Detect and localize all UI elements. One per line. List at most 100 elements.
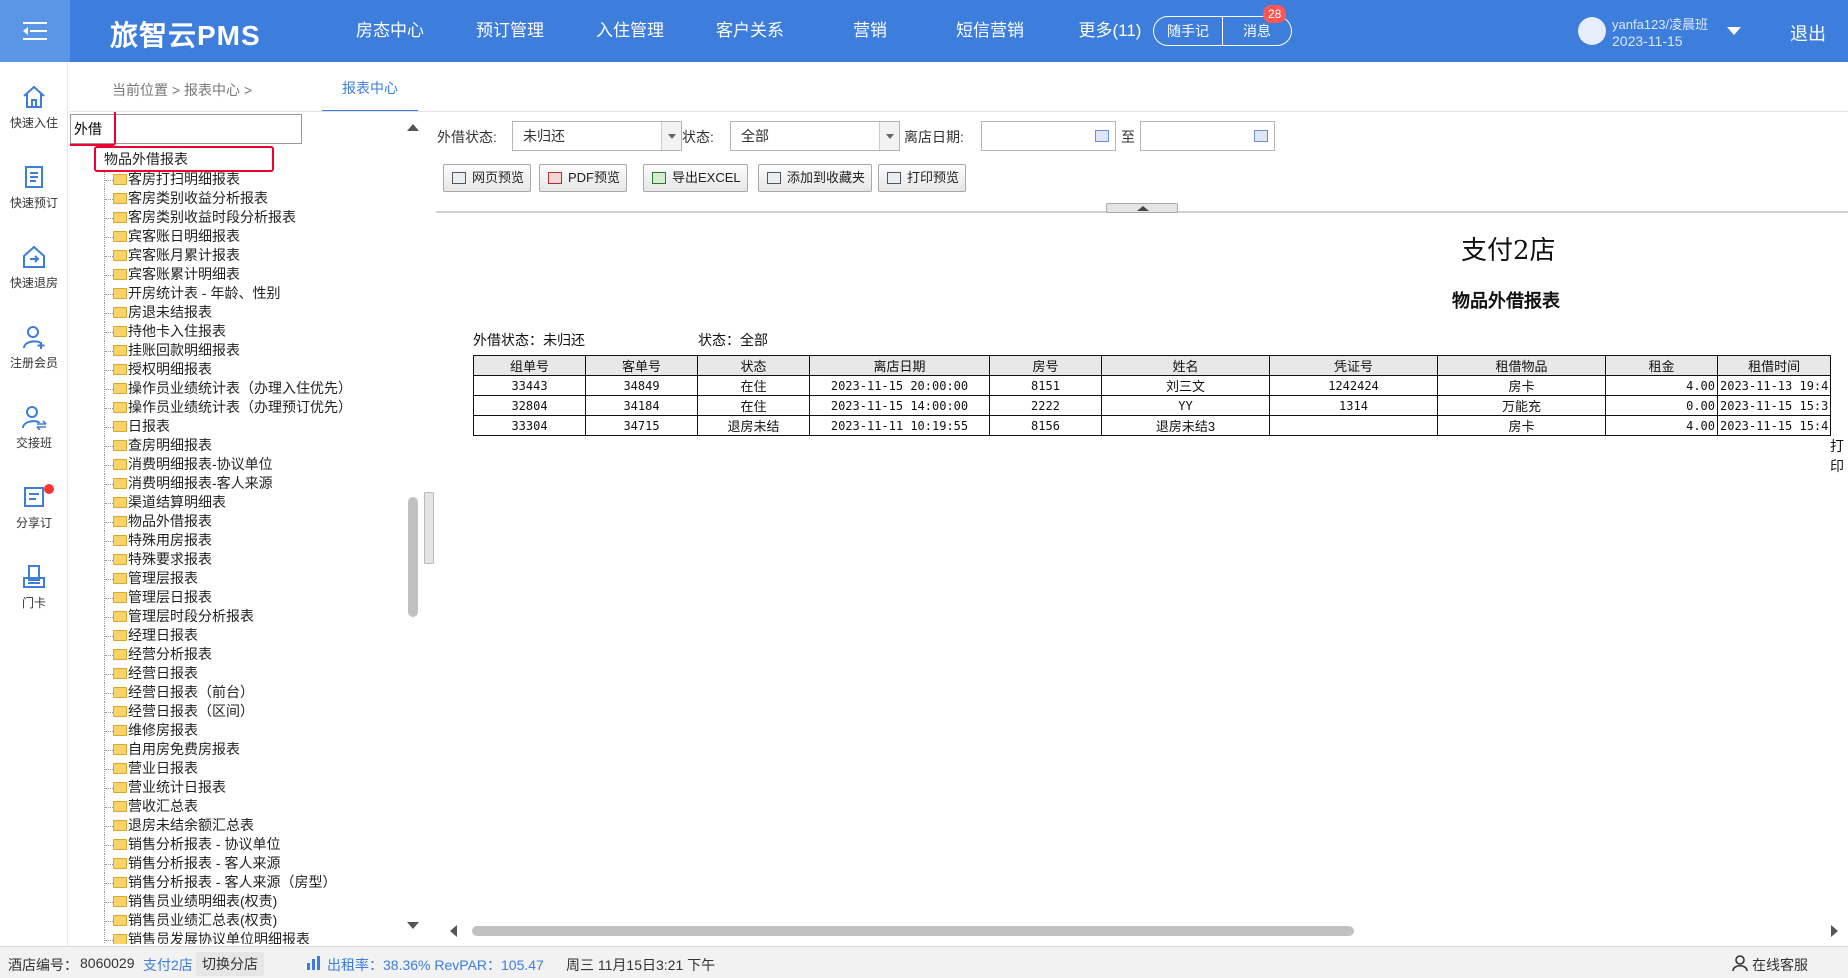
panel-splitter-handle[interactable]	[424, 492, 434, 564]
tree-item[interactable]: 客房类别收益时段分析报表	[96, 208, 416, 227]
nav-checkin[interactable]: 入住管理	[570, 0, 690, 62]
tree-item[interactable]: 消费明细报表-协议单位	[96, 455, 416, 474]
tree-scrollbar[interactable]	[404, 112, 420, 942]
tab-report-center[interactable]: 报表中心	[322, 68, 418, 112]
date-to-label: 至	[1121, 129, 1135, 145]
tree-item[interactable]: 经营分析报表	[96, 645, 416, 664]
tree-item[interactable]: 宾客账月累计报表	[96, 246, 416, 265]
sidebar-item-door-card[interactable]: 门卡	[0, 564, 68, 611]
folder-icon	[113, 212, 127, 223]
tree-item[interactable]: 操作员业绩统计表（办理入住优先）	[96, 379, 416, 398]
chevron-down-icon[interactable]	[1727, 27, 1741, 35]
tree-item[interactable]: 房退未结报表	[96, 303, 416, 322]
table-row: 32804 34184 在住 2023-11-15 14:00:00 2222 …	[473, 395, 1832, 416]
collapse-toolbar-handle[interactable]	[1106, 203, 1178, 213]
nav-sms-marketing[interactable]: 短信营销	[930, 0, 1050, 62]
tree-item[interactable]: 客房类别收益分析报表	[96, 189, 416, 208]
tree-item[interactable]: 销售分析报表 - 客人来源	[96, 854, 416, 873]
tree-item[interactable]: 查房明细报表	[96, 436, 416, 455]
tree-item[interactable]: 营业日报表	[96, 759, 416, 778]
sidebar-item-quick-checkout[interactable]: 快速退房	[0, 244, 68, 291]
report-search-input[interactable]	[70, 114, 302, 144]
tree-item[interactable]: 维修房报表	[96, 721, 416, 740]
tree-item[interactable]: 物品外借报表	[96, 512, 416, 531]
tree-item[interactable]: 日报表	[96, 417, 416, 436]
nav-room-status[interactable]: 房态中心	[330, 0, 450, 62]
leave-date-from-input[interactable]	[981, 121, 1116, 151]
user-name[interactable]: yanfa123/凌晨班	[1612, 14, 1708, 33]
tree-item[interactable]: 挂账回款明细报表	[96, 341, 416, 360]
tree-item-label: 经营日报表（前台）	[128, 684, 254, 700]
tree-item[interactable]: 经营日报表	[96, 664, 416, 683]
tree-item[interactable]: 营收汇总表	[96, 797, 416, 816]
scroll-left-icon[interactable]	[448, 924, 460, 938]
tree-item[interactable]: 宾客账累计明细表	[96, 265, 416, 284]
tree-item[interactable]: 销售员发展协议单位明细报表	[96, 930, 416, 944]
tree-item[interactable]: 宾客账日明细报表	[96, 227, 416, 246]
memo-button[interactable]: 随手记	[1154, 17, 1223, 45]
pdf-preview-button[interactable]: PDF预览	[539, 164, 628, 192]
sidebar-item-quick-checkin[interactable]: 快速入住	[0, 84, 68, 131]
scroll-up-icon[interactable]	[407, 124, 419, 131]
tree-item-label: 管理层报表	[128, 570, 198, 586]
tree-item[interactable]: 操作员业绩统计表（办理预订优先）	[96, 398, 416, 417]
export-excel-button[interactable]: 导出EXCEL	[643, 164, 748, 192]
menu-toggle-button[interactable]	[0, 0, 70, 62]
tree-item[interactable]: 管理层报表	[96, 569, 416, 588]
calendar-icon[interactable]	[1254, 130, 1268, 142]
folder-icon	[113, 516, 127, 527]
report-scroll-thumb[interactable]	[472, 926, 1354, 936]
logout-button[interactable]: 退出	[1790, 20, 1826, 46]
web-preview-button[interactable]: 网页预览	[443, 164, 532, 192]
tree-item[interactable]: 管理层时段分析报表	[96, 607, 416, 626]
add-favorite-button[interactable]: 添加到收藏夹	[758, 164, 873, 192]
sidebar-item-share-order[interactable]: 分享订	[0, 484, 68, 531]
online-service-link[interactable]: 在线客服	[1752, 955, 1808, 975]
tree-item[interactable]: 销售分析报表 - 客人来源（房型）	[96, 873, 416, 892]
tree-item[interactable]: 消费明细报表-客人来源	[96, 474, 416, 493]
tree-item[interactable]: 经理日报表	[96, 626, 416, 645]
lend-status-select[interactable]: 未归还	[512, 121, 682, 151]
tree-item[interactable]: 经营日报表（区间）	[96, 702, 416, 721]
print-preview-button[interactable]: 打印预览	[878, 164, 967, 192]
sidebar-item-register-member[interactable]: 注册会员	[0, 324, 68, 371]
tree-item[interactable]: 销售分析报表 - 协议单位	[96, 835, 416, 854]
tree-item[interactable]: 特殊用房报表	[96, 531, 416, 550]
switch-store-button[interactable]: 切换分店	[196, 952, 264, 976]
report-horizontal-scrollbar[interactable]	[436, 920, 1848, 942]
table-cell: YY	[1101, 395, 1270, 416]
tree-item[interactable]: 渠道结算明细表	[96, 493, 416, 512]
tree-item[interactable]: 管理层日报表	[96, 588, 416, 607]
tree-item[interactable]: 持他卡入住报表	[96, 322, 416, 341]
tree-item[interactable]: 客房打扫明细报表	[96, 170, 416, 189]
breadcrumb-section[interactable]: 报表中心	[184, 82, 240, 98]
scroll-down-icon[interactable]	[407, 922, 419, 929]
tree-item[interactable]: 营业统计日报表	[96, 778, 416, 797]
tree-item[interactable]: 特殊要求报表	[96, 550, 416, 569]
avatar[interactable]	[1578, 17, 1606, 45]
calendar-icon[interactable]	[1095, 130, 1109, 142]
folder-icon	[113, 877, 127, 888]
tree-item[interactable]: 开房统计表 - 年龄、性别	[96, 284, 416, 303]
tree-scroll-thumb[interactable]	[408, 497, 418, 617]
nav-customer[interactable]: 客户关系	[690, 0, 810, 62]
tree-item[interactable]: 授权明细报表	[96, 360, 416, 379]
tree-item-label: 开房统计表 - 年龄、性别	[128, 285, 281, 301]
tree-item[interactable]: 销售员业绩明细表(权责)	[96, 892, 416, 911]
tree-item[interactable]: 自用房免费房报表	[96, 740, 416, 759]
tree-search-result[interactable]: 物品外借报表	[96, 148, 416, 170]
sidebar-item-handover[interactable]: 交接班	[0, 404, 68, 451]
nav-reservation[interactable]: 预订管理	[450, 0, 570, 62]
leave-date-to-input[interactable]	[1140, 121, 1275, 151]
tree-item[interactable]: 退房未结余额汇总表	[96, 816, 416, 835]
status-select[interactable]: 全部	[730, 121, 900, 151]
tree-item[interactable]: 经营日报表（前台）	[96, 683, 416, 702]
printer-icon	[887, 172, 901, 184]
occupancy-revpar[interactable]: 出租率：38.36% RevPAR：105.47	[327, 955, 544, 975]
sidebar-item-quick-booking[interactable]: 快速预订	[0, 164, 68, 211]
nav-marketing[interactable]: 营销	[810, 0, 930, 62]
tree-item[interactable]: 销售员业绩汇总表(权责)	[96, 911, 416, 930]
nav-more[interactable]: 更多(11)	[1050, 0, 1170, 62]
table-cell: 房卡	[1437, 415, 1606, 436]
scroll-right-icon[interactable]	[1828, 924, 1840, 938]
